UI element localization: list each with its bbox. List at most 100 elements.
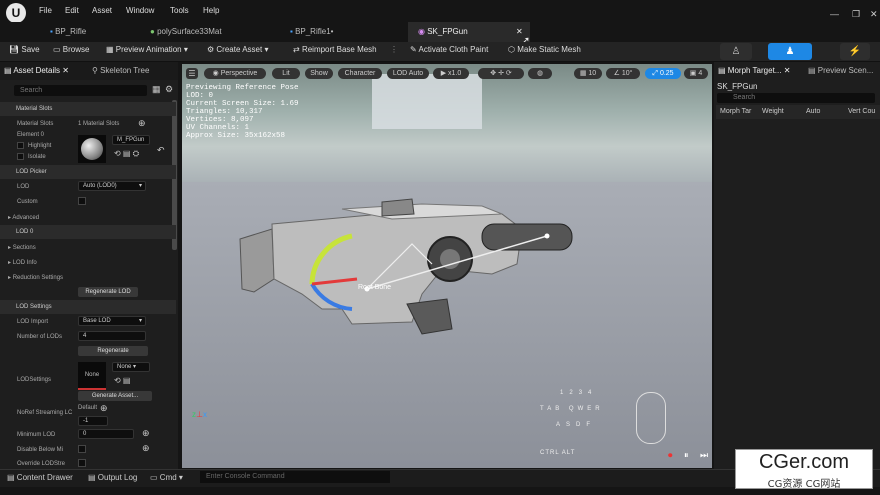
- move-icon: ✛: [498, 70, 504, 77]
- minimize-icon[interactable]: —: [830, 9, 839, 19]
- create-asset-button[interactable]: ⚙ Create Asset ▾: [207, 45, 268, 54]
- col-vert-count[interactable]: Vert Cou: [848, 108, 878, 115]
- cloth-paint-button[interactable]: ✎ Activate Cloth Paint: [410, 45, 488, 54]
- pause-icon[interactable]: ⏸: [684, 450, 689, 461]
- world-local-toggle[interactable]: ◍: [528, 68, 552, 79]
- close-icon[interactable]: ✕: [784, 66, 791, 75]
- make-static-mesh-button[interactable]: ⬡ Make Static Mesh: [508, 45, 581, 54]
- tab-bp-rifle[interactable]: ▪ BP_Rifle: [40, 22, 140, 42]
- noref-value-input[interactable]: -1: [78, 416, 108, 426]
- transform-tools[interactable]: ✥ ✛ ⟳: [478, 68, 524, 79]
- close-icon[interactable]: ✕: [62, 66, 69, 75]
- menu-tools[interactable]: Tools: [170, 6, 189, 15]
- preview-animation-button[interactable]: ▦ Preview Animation ▾: [106, 45, 188, 54]
- output-log-button[interactable]: ▤ Output Log: [88, 473, 137, 482]
- sphere-icon: [81, 138, 103, 160]
- material-thumbnail[interactable]: [78, 135, 106, 163]
- lod-info-row[interactable]: ▸ LOD Info: [8, 259, 37, 266]
- custom-checkbox[interactable]: [78, 197, 86, 205]
- grid-snap-button[interactable]: ▦ 10: [574, 68, 602, 79]
- menu-edit[interactable]: Edit: [65, 6, 79, 15]
- qwer-keys: TAB QWER: [540, 406, 604, 412]
- scale-snap-button[interactable]: ⤢ 0.25: [645, 68, 681, 79]
- grid-view-icon[interactable]: ▦: [152, 84, 161, 95]
- add-platform-icon[interactable]: ⊕: [142, 428, 150, 439]
- details-search-input[interactable]: Search: [14, 85, 147, 96]
- lodsettings-action-icons[interactable]: ⟲ ▤: [114, 376, 130, 385]
- show-button[interactable]: Show: [305, 68, 333, 79]
- maximize-icon[interactable]: ❐: [852, 9, 860, 20]
- tab-asset-details[interactable]: ▤ Asset Details ✕: [4, 66, 69, 75]
- highlight-checkbox[interactable]: [17, 142, 24, 149]
- record-icon[interactable]: ⏺: [668, 450, 673, 461]
- minimum-lod-label: Minimum LOD: [17, 432, 56, 438]
- section-lod-settings[interactable]: LOD Settings: [0, 300, 176, 314]
- cmd-dropdown[interactable]: ▭ Cmd ▾: [150, 473, 183, 482]
- advanced-row[interactable]: ▸ Advanced: [8, 214, 39, 221]
- menu-help[interactable]: Help: [203, 6, 219, 15]
- regenerate-button[interactable]: Regenerate: [78, 346, 148, 356]
- create-icon: ⚙: [207, 45, 215, 54]
- add-override-icon[interactable]: ⊕: [100, 403, 108, 414]
- tab-morph-target[interactable]: ▤ Morph Target... ✕: [718, 66, 790, 75]
- unreal-logo-icon[interactable]: U: [6, 3, 26, 23]
- lod-dropdown[interactable]: Auto (LOD0) ▾: [78, 181, 146, 191]
- close-window-icon[interactable]: ✕: [870, 9, 878, 20]
- section-lod0[interactable]: LOD 0: [0, 225, 176, 239]
- tab-sk-fpgun[interactable]: ◉ SK_FPGun ✕: [408, 22, 530, 42]
- lodsettings-dropdown[interactable]: None ▾: [112, 362, 150, 372]
- lod-import-dropdown[interactable]: Base LOD ▾: [78, 316, 146, 326]
- section-lod-picker[interactable]: LOD Picker: [0, 165, 176, 179]
- settings-mode-button[interactable]: ⚡: [840, 43, 870, 60]
- col-auto[interactable]: Auto: [806, 108, 820, 115]
- number-of-lods-input[interactable]: 4: [78, 331, 146, 341]
- reduction-settings-row[interactable]: ▸ Reduction Settings: [8, 274, 63, 281]
- tab-skeleton-tree[interactable]: ⚲ Skeleton Tree: [92, 66, 149, 75]
- material-name-field[interactable]: M_FPGun: [112, 135, 150, 145]
- lod-auto-button[interactable]: LOD Auto: [387, 68, 429, 79]
- more-options-icon[interactable]: ⋮: [390, 45, 398, 54]
- console-command-input[interactable]: Enter Console Command: [200, 471, 390, 483]
- skeleton-mode-button[interactable]: ♙: [720, 43, 752, 60]
- playback-speed-button[interactable]: ▶ x1.0: [433, 68, 469, 79]
- browse-material-icons[interactable]: ⟲ ▤ ⛭: [114, 149, 139, 159]
- override-checkbox[interactable]: [78, 459, 86, 467]
- section-material-slots[interactable]: Material Slots: [0, 102, 176, 116]
- highlight-label: Highlight: [28, 143, 52, 149]
- add-platform-icon-2[interactable]: ⊕: [142, 443, 150, 454]
- content-drawer-button[interactable]: ▤ Content Drawer: [7, 473, 73, 482]
- step-forward-icon[interactable]: ⏭: [700, 450, 708, 461]
- col-weight[interactable]: Weight: [762, 108, 784, 115]
- morph-search-input[interactable]: Search: [717, 93, 875, 103]
- col-morph-target[interactable]: Morph Tar: [720, 108, 751, 115]
- save-button[interactable]: 💾︎ Save: [9, 45, 40, 54]
- viewport-menu-icon[interactable]: ☰: [186, 68, 198, 79]
- angle-snap-button[interactable]: ∠ 10°: [606, 68, 640, 79]
- minimum-lod-input[interactable]: 0: [78, 429, 134, 439]
- perspective-button[interactable]: ◉ Perspective: [204, 68, 266, 79]
- add-slot-icon[interactable]: ⊕: [138, 118, 146, 129]
- drawer-icon: ▤: [7, 473, 15, 482]
- reimport-button[interactable]: ⇄ Reimport Base Mesh: [293, 45, 377, 54]
- tab-preview-scene[interactable]: ▤ Preview Scen...: [808, 66, 878, 75]
- menu-file[interactable]: File: [39, 6, 52, 15]
- tab-bp-rifle1[interactable]: ▪ BP_Rifle1•: [280, 22, 405, 42]
- generate-asset-button[interactable]: Generate Asset...: [78, 391, 152, 401]
- browse-button[interactable]: ▭ Browse: [53, 45, 89, 54]
- tab-polysurface[interactable]: ● polySurface33Mat: [140, 22, 270, 42]
- animation-icon: ▦: [106, 45, 114, 54]
- rotate-icon: ⟳: [505, 70, 512, 77]
- isolate-checkbox[interactable]: [17, 153, 24, 160]
- lodsettings-thumbnail[interactable]: None: [78, 362, 106, 390]
- menu-asset[interactable]: Asset: [92, 6, 112, 15]
- lit-button[interactable]: Lit: [272, 68, 300, 79]
- regenerate-lod-button[interactable]: Regenerate LOD: [78, 287, 138, 297]
- reset-icon[interactable]: ↶: [157, 145, 165, 156]
- mesh-mode-button[interactable]: ♟: [768, 43, 812, 60]
- camera-speed-button[interactable]: ▣ 4: [684, 68, 708, 79]
- sections-row[interactable]: ▸ Sections: [8, 244, 36, 251]
- disable-below-checkbox[interactable]: [78, 445, 86, 453]
- character-button[interactable]: Character: [338, 68, 382, 79]
- settings-gear-icon[interactable]: ⚙: [165, 84, 173, 95]
- menu-window[interactable]: Window: [126, 6, 154, 15]
